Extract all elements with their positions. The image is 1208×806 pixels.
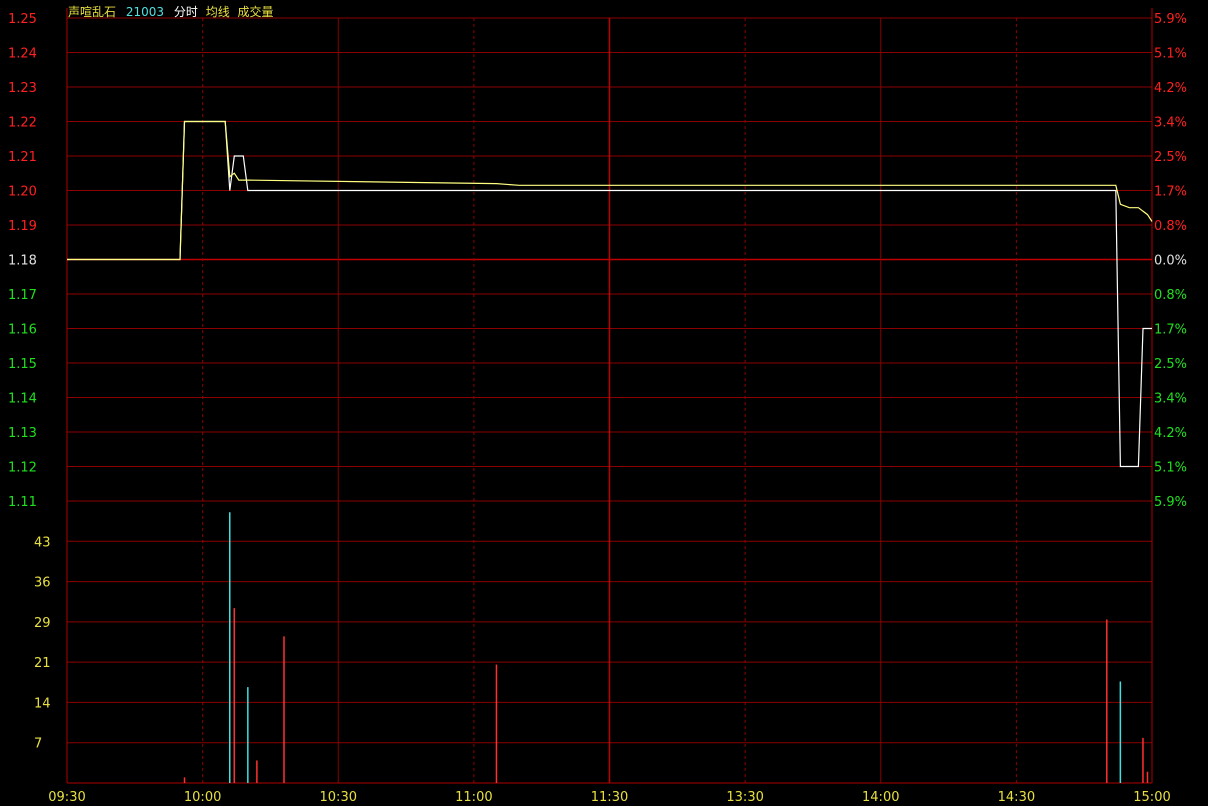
percent-tick-label: 0.8% (1154, 219, 1187, 234)
percent-tick-label: 2.5% (1154, 150, 1187, 165)
percent-tick-label: 4.2% (1154, 81, 1187, 96)
time-tick-label: 11:30 (591, 790, 628, 805)
time-tick-label: 10:30 (320, 790, 357, 805)
price-tick-label: 1.13 (8, 426, 37, 441)
volume-tick-label: 7 (34, 737, 42, 752)
price-tick-label: 1.16 (8, 323, 37, 338)
volume-tick-label: 29 (34, 616, 51, 631)
price-tick-label: 1.25 (8, 12, 37, 27)
percent-tick-label: 5.9% (1154, 12, 1187, 27)
price-tick-label: 1.18 (8, 254, 37, 269)
time-tick-label: 14:30 (998, 790, 1035, 805)
volume-tick-label: 21 (34, 656, 51, 671)
price-tick-label: 1.22 (8, 116, 37, 131)
price-tick-label: 1.12 (8, 461, 37, 476)
volume-tick-label: 43 (34, 535, 51, 550)
indicator-label-volume: 成交量 (237, 5, 274, 19)
price-tick-label: 1.20 (8, 185, 37, 200)
price-tick-label: 1.11 (8, 495, 37, 510)
percent-tick-label: 5.1% (1154, 47, 1187, 62)
time-tick-label: 11:00 (455, 790, 492, 805)
percent-tick-label: 1.7% (1154, 323, 1187, 338)
percent-tick-label: 1.7% (1154, 185, 1187, 200)
indicator-label-average: 均线 (205, 5, 230, 19)
price-tick-label: 1.21 (8, 150, 37, 165)
percent-tick-label: 5.9% (1154, 495, 1187, 510)
time-tick-label: 15:00 (1133, 790, 1170, 805)
percent-tick-label: 5.1% (1154, 461, 1187, 476)
percent-tick-label: 4.2% (1154, 426, 1187, 441)
percent-tick-label: 0.0% (1154, 254, 1187, 269)
percent-tick-label: 2.5% (1154, 357, 1187, 372)
time-tick-label: 10:00 (184, 790, 221, 805)
indicator-label-intraday: 分时 (173, 5, 198, 19)
time-tick-label: 13:30 (726, 790, 763, 805)
stock-name: 声喧乱石 (68, 5, 117, 19)
price-tick-label: 1.14 (8, 392, 37, 407)
price-tick-label: 1.15 (8, 357, 37, 372)
time-tick-label: 14:00 (862, 790, 899, 805)
price-tick-label: 1.23 (8, 81, 37, 96)
price-tick-label: 1.17 (8, 288, 37, 303)
time-tick-label: 09:30 (48, 790, 85, 805)
percent-tick-label: 3.4% (1154, 392, 1187, 407)
price-tick-label: 1.19 (8, 219, 37, 234)
intraday-chart[interactable]: 1.25 5.9% 1.24 5.1% 1.23 4.2% 1.22 3.4% 1.21 2.5%… (0, 0, 1208, 806)
volume-tick-label: 14 (34, 696, 51, 711)
stock-code: 21003 (125, 5, 165, 19)
percent-tick-label: 0.8% (1154, 288, 1187, 303)
volume-tick-label: 36 (34, 576, 51, 591)
percent-tick-label: 3.4% (1154, 116, 1187, 131)
chart-header: 声喧乱石 21003 分时 均线 成交量 (68, 3, 280, 20)
price-tick-label: 1.24 (8, 47, 37, 62)
